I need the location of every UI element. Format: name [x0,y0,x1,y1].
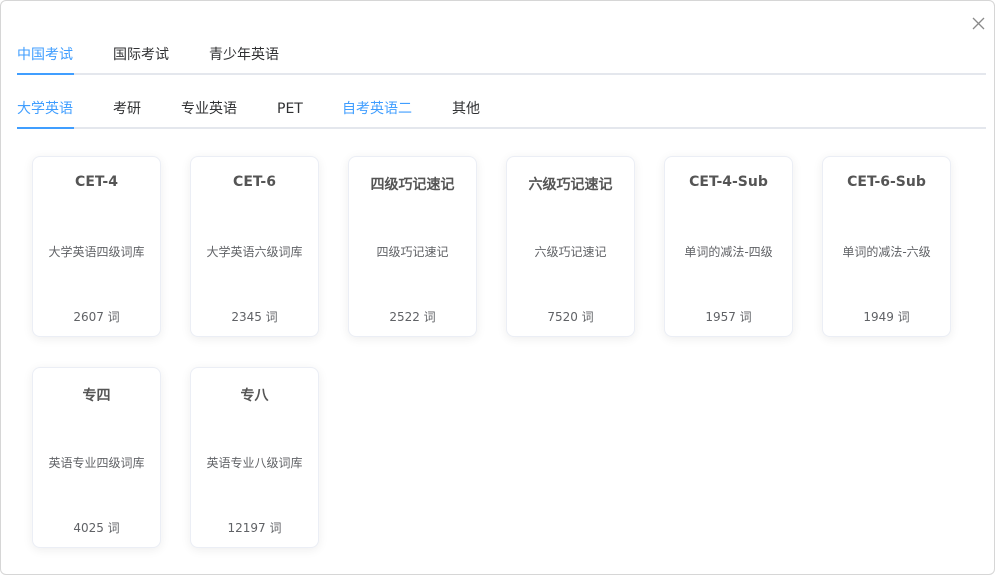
card-word-count: 4025 词 [73,521,120,535]
wordbook-card-cet4-sub[interactable]: CET-4-Sub 单词的减法-四级 1957 词 [664,156,793,337]
tab-college-english[interactable]: 大学英语 [17,99,73,119]
card-description: 英语专业八级词库 [206,456,303,470]
card-word-count: 1949 词 [863,310,910,324]
active-subtab-indicator [17,127,74,129]
secondary-tab-bar: 大学英语 考研 专业英语 PET 自考英语二 其他 [17,101,986,129]
tab-other[interactable]: 其他 [452,99,480,119]
close-icon[interactable] [969,14,989,34]
wordbook-card-cet6-sub[interactable]: CET-6-Sub 单词的减法-六级 1949 词 [822,156,951,337]
active-tab-indicator [17,73,74,75]
wordbook-card-cet4[interactable]: CET-4 大学英语四级词库 2607 词 [32,156,161,337]
card-word-count: 2607 词 [73,310,120,324]
card-title: 六级巧记速记 [528,177,613,193]
card-description: 大学英语六级词库 [206,245,303,259]
wordbook-card-cet6[interactable]: CET-6 大学英语六级词库 2345 词 [190,156,319,337]
card-description: 英语专业四级词库 [48,456,145,470]
tab-youth-english[interactable]: 青少年英语 [209,45,279,65]
card-title: CET-4-Sub [689,174,768,190]
card-description: 单词的减法-六级 [842,245,931,259]
primary-tab-bar: 中国考试 国际考试 青少年英语 [17,47,986,75]
card-title: CET-4 [75,174,118,190]
card-description: 四级巧记速记 [376,245,449,259]
tab-china-exams[interactable]: 中国考试 [17,45,73,65]
tab-professional-english[interactable]: 专业英语 [181,99,237,119]
card-title: 专八 [240,388,269,404]
card-description: 大学英语四级词库 [48,245,145,259]
wordbook-card-cet6-quick[interactable]: 六级巧记速记 六级巧记速记 7520 词 [506,156,635,337]
wordbook-card-tem8[interactable]: 专八 英语专业八级词库 12197 词 [190,367,319,548]
wordbook-card-tem4[interactable]: 专四 英语专业四级词库 4025 词 [32,367,161,548]
card-title: CET-6 [233,174,276,190]
wordbook-dialog: 中国考试 国际考试 青少年英语 大学英语 考研 专业英语 PET 自考英语二 其… [0,0,995,575]
card-title: 四级巧记速记 [370,177,455,193]
card-description: 单词的减法-四级 [684,245,773,259]
card-description: 六级巧记速记 [534,245,607,259]
tab-pet[interactable]: PET [277,99,303,119]
card-word-count: 1957 词 [705,310,752,324]
tab-self-study-english-2[interactable]: 自考英语二 [342,99,412,119]
tab-postgraduate[interactable]: 考研 [113,99,141,119]
wordbook-card-cet4-quick[interactable]: 四级巧记速记 四级巧记速记 2522 词 [348,156,477,337]
card-title: 专四 [82,388,111,404]
card-word-count: 12197 词 [227,521,282,535]
card-title: CET-6-Sub [847,174,926,190]
card-word-count: 2522 词 [389,310,436,324]
card-word-count: 7520 词 [547,310,594,324]
card-word-count: 2345 词 [231,310,278,324]
tab-international-exams[interactable]: 国际考试 [113,45,169,65]
